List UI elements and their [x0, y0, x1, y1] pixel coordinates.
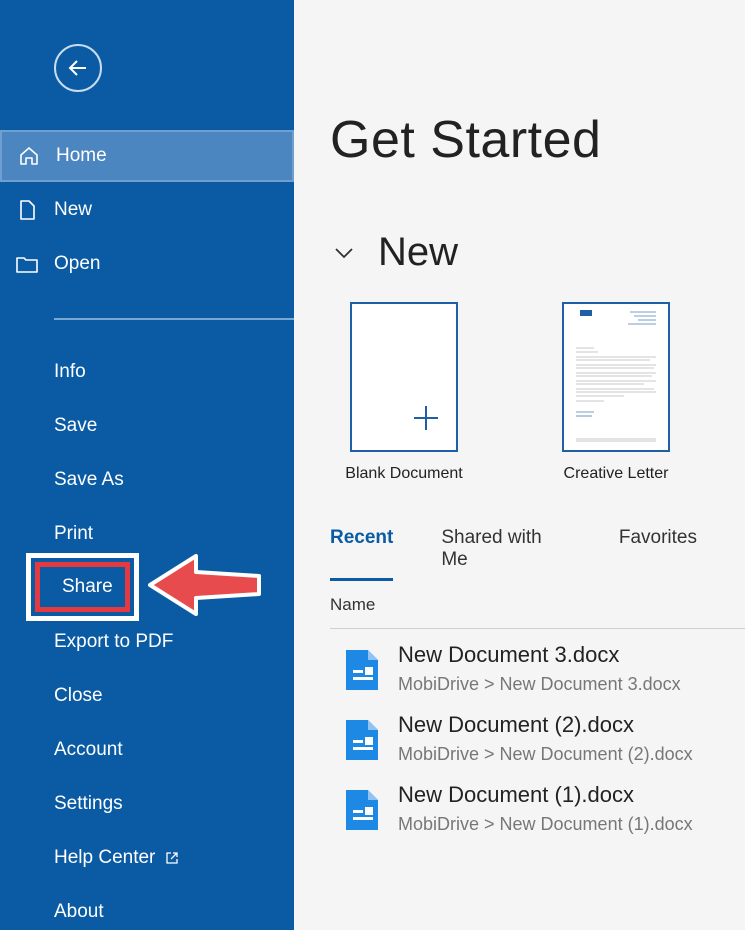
share-highlight-box: Share: [26, 553, 139, 621]
file-tabs: Recent Shared with Me Favorites: [330, 527, 745, 581]
sidebar-item-new[interactable]: New: [0, 184, 294, 236]
sidebar: Home New Open Info Save Save As Print Sh…: [0, 0, 294, 930]
file-path: MobiDrive > New Document (1).docx: [398, 814, 693, 834]
file-row[interactable]: New Document 3.docx MobiDrive > New Docu…: [330, 642, 745, 704]
sidebar-item-label: New: [54, 199, 93, 220]
external-link-icon: [166, 852, 179, 864]
file-row[interactable]: New Document (1).docx MobiDrive > New Do…: [330, 782, 745, 844]
letter-preview-thumbnail: [576, 310, 656, 442]
chevron-down-icon: [335, 247, 353, 258]
sidebar-item-close[interactable]: Close: [54, 684, 103, 708]
template-creative-letter[interactable]: [562, 302, 670, 452]
sidebar-item-account[interactable]: Account: [54, 738, 123, 762]
new-file-icon: [0, 199, 54, 221]
main-panel: Get Started New Blank Document Creative …: [294, 0, 745, 930]
document-icon: [346, 790, 378, 830]
red-arrow-annotation: [148, 554, 261, 616]
file-row[interactable]: New Document (2).docx MobiDrive > New Do…: [330, 712, 745, 774]
sidebar-item-label: Home: [56, 145, 107, 166]
new-section-title: New: [378, 230, 459, 274]
file-path: MobiDrive > New Document (2).docx: [398, 744, 693, 764]
sidebar-item-share[interactable]: Share: [35, 562, 130, 612]
tab-favorites[interactable]: Favorites: [619, 527, 697, 581]
file-path: MobiDrive > New Document 3.docx: [398, 674, 681, 694]
plus-icon: [414, 406, 438, 430]
sidebar-item-save[interactable]: Save: [54, 414, 97, 438]
sidebar-item-print[interactable]: Print: [54, 522, 93, 546]
sidebar-item-about[interactable]: About: [54, 900, 104, 924]
template-label: Blank Document: [345, 465, 463, 482]
tab-recent[interactable]: Recent: [330, 527, 394, 581]
sidebar-item-label: Help Center: [54, 847, 156, 868]
column-header-name[interactable]: Name: [330, 595, 375, 615]
sidebar-item-info[interactable]: Info: [54, 360, 86, 384]
page-title: Get Started: [330, 111, 602, 169]
folder-icon: [0, 253, 54, 275]
sidebar-item-settings[interactable]: Settings: [54, 792, 123, 816]
sidebar-divider: [54, 318, 294, 320]
sidebar-item-open[interactable]: Open: [0, 238, 294, 290]
column-divider: [330, 628, 745, 629]
sidebar-item-label: Share: [62, 576, 113, 597]
document-icon: [346, 720, 378, 760]
document-icon: [346, 650, 378, 690]
back-arrow-icon: [68, 60, 86, 76]
tab-shared-with-me[interactable]: Shared with Me: [441, 527, 571, 581]
template-blank-document[interactable]: [350, 302, 458, 452]
home-icon: [2, 145, 56, 167]
sidebar-item-export-pdf[interactable]: Export to PDF: [54, 630, 173, 654]
back-button[interactable]: [54, 44, 102, 92]
sidebar-item-home[interactable]: Home: [0, 130, 294, 182]
file-name: New Document (1).docx: [398, 782, 634, 807]
new-section-toggle[interactable]: New: [334, 230, 458, 275]
sidebar-item-help-center[interactable]: Help Center: [54, 846, 179, 870]
sidebar-item-label: Open: [54, 253, 101, 274]
template-label: Creative Letter: [563, 465, 669, 482]
file-name: New Document 3.docx: [398, 642, 620, 667]
file-name: New Document (2).docx: [398, 712, 634, 737]
sidebar-item-save-as[interactable]: Save As: [54, 468, 124, 492]
